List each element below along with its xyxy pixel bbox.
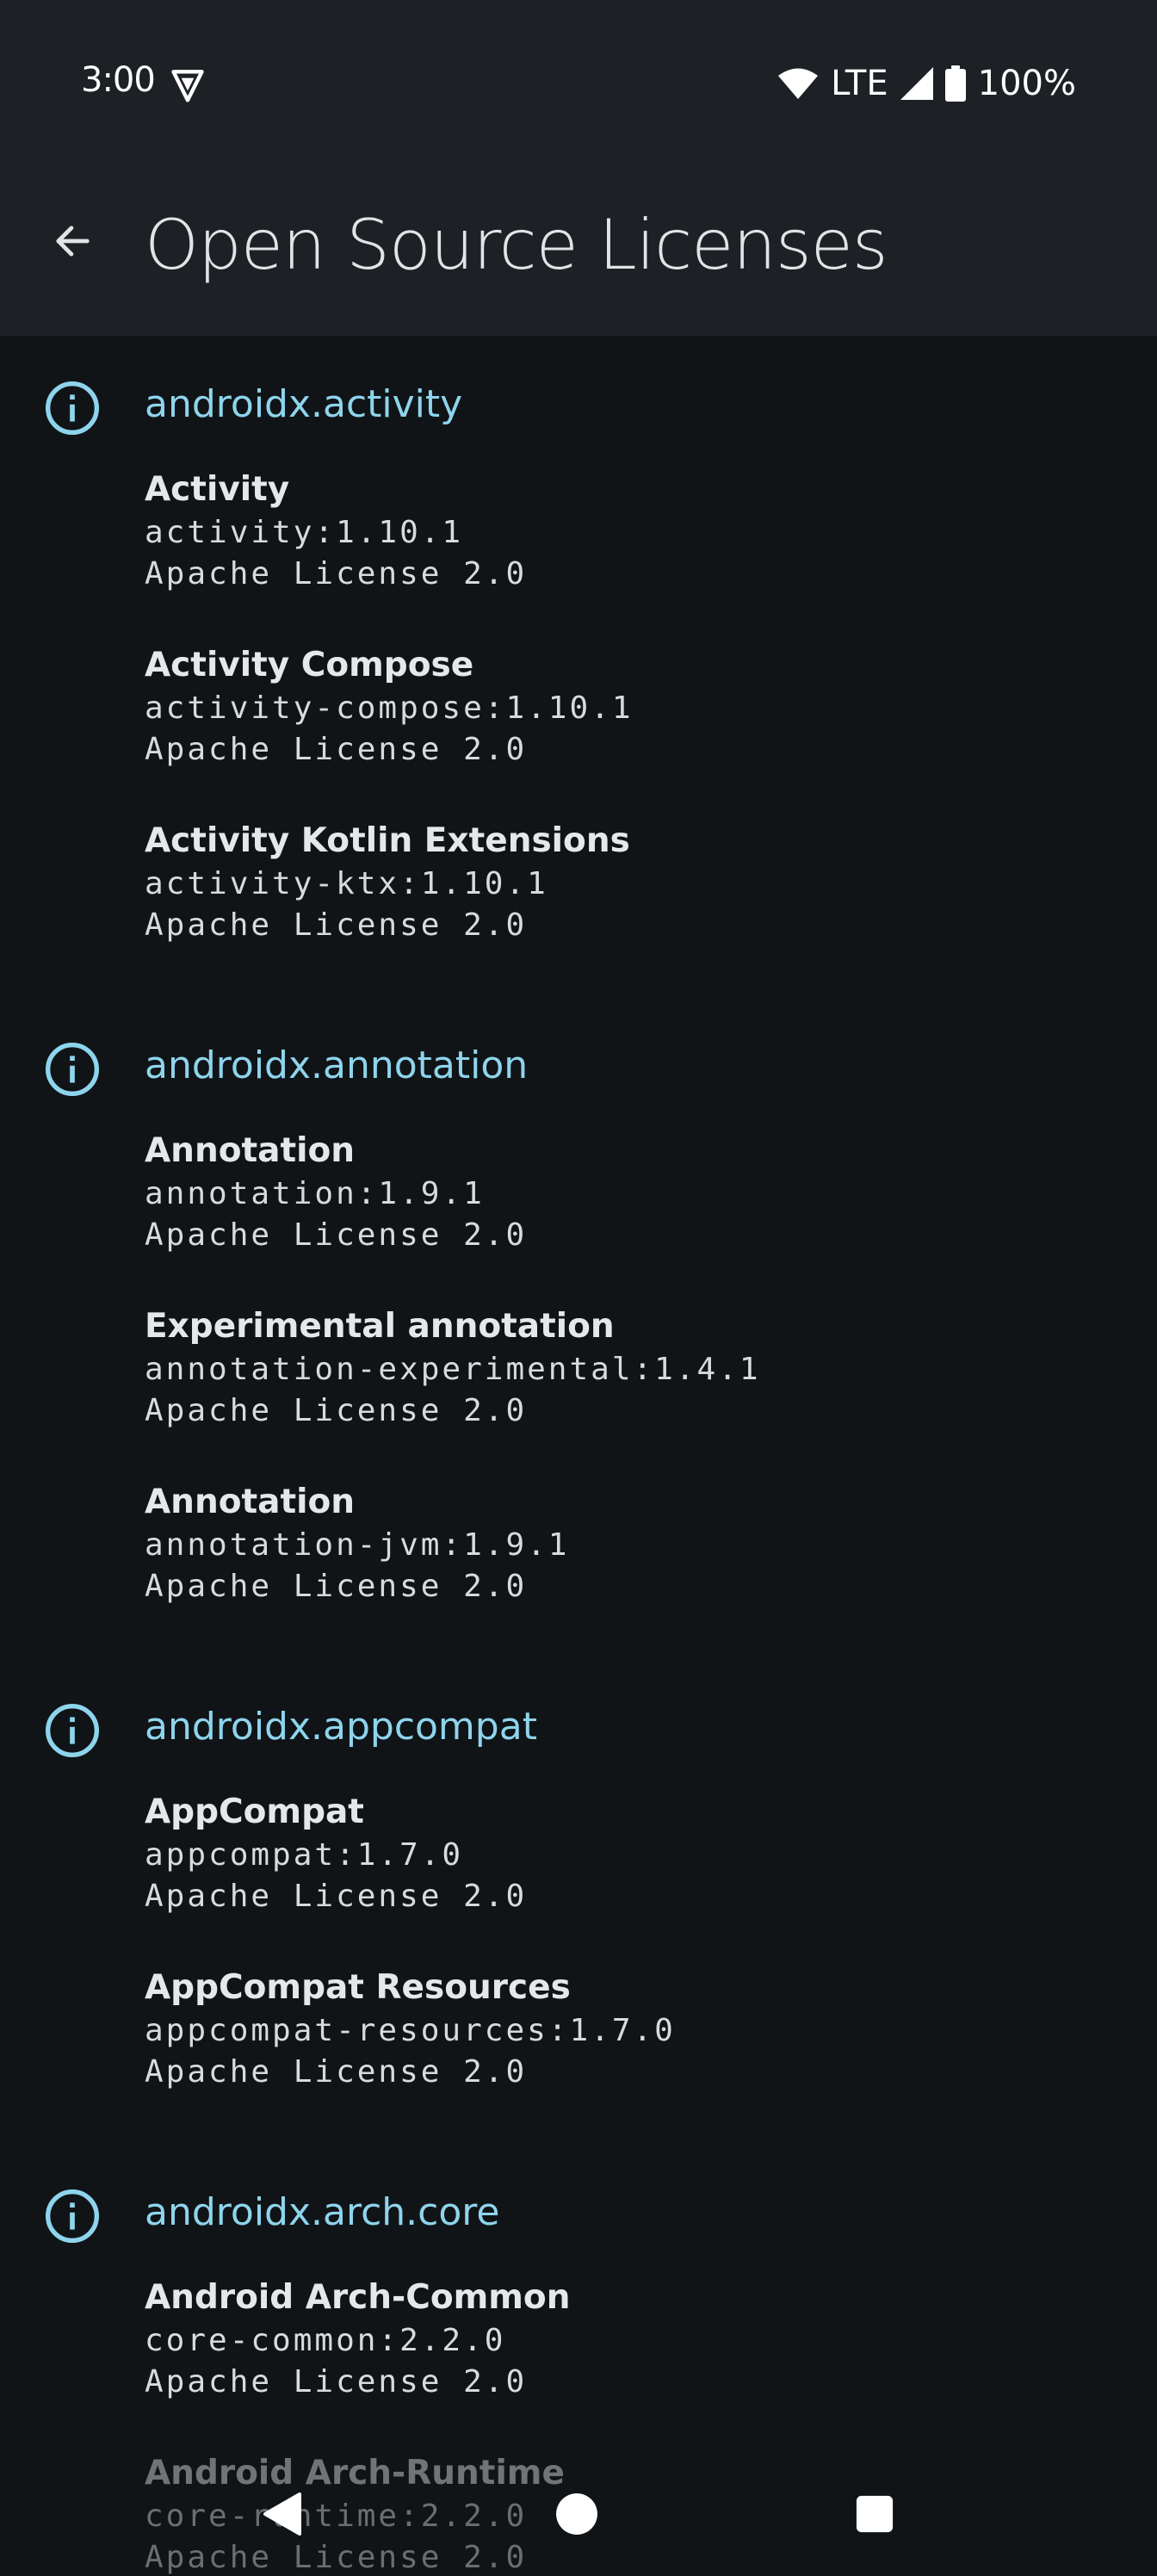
nav-recents-button[interactable]: [840, 2481, 909, 2550]
group-header: androidx.activity: [0, 336, 1157, 470]
library-name: Android Arch-Common: [145, 2278, 571, 2317]
vpn-shield-icon: [169, 65, 207, 103]
group-name: androidx.activity: [145, 382, 463, 426]
library-item[interactable]: Activity Kotlin Extensions activity-ktx:1…: [0, 821, 1157, 997]
library-artifact: annotation-jvm:1.9.1: [145, 1527, 570, 1563]
library-item[interactable]: Experimental annotation annotation-experi…: [0, 1307, 1157, 1483]
status-indicators: LTE 100%: [777, 60, 1076, 107]
arrow-back-icon: [50, 219, 95, 267]
library-license: Apache License 2.0: [145, 556, 528, 591]
square-recents-icon: [855, 2494, 894, 2537]
library-item[interactable]: Annotation annotation:1.9.1 Apache License…: [0, 1131, 1157, 1307]
group-header: androidx.appcompat: [0, 1658, 1157, 1793]
library-item[interactable]: AppCompat Resources appcompat-resources:1…: [0, 1968, 1157, 2144]
license-group: androidx.appcompat AppCompat appcompat:1.7…: [0, 1658, 1157, 2144]
battery-percent: 100%: [977, 64, 1076, 103]
navigation-bar: [0, 2455, 1157, 2576]
license-group: androidx.annotation Annotation annotation:…: [0, 997, 1157, 1658]
library-name: Experimental annotation: [145, 1307, 615, 1346]
library-license: Apache License 2.0: [145, 1879, 528, 1914]
library-artifact: core-common:2.2.0: [145, 2323, 506, 2358]
battery-icon: [944, 65, 966, 102]
triangle-back-icon: [262, 2491, 303, 2541]
app-bar: Open Source Licenses: [0, 172, 1157, 336]
library-license: Apache License 2.0: [145, 2054, 528, 2090]
license-list[interactable]: androidx.activity Activity activity:1.10.1…: [0, 336, 1157, 2576]
library-license: Apache License 2.0: [145, 1393, 528, 1428]
library-license: Apache License 2.0: [145, 907, 528, 943]
library-name: Activity: [145, 470, 290, 509]
info-icon: [43, 379, 102, 437]
library-item[interactable]: Android Arch-Common core-common:2.2.0 Apac…: [0, 2278, 1157, 2454]
group-name: androidx.appcompat: [145, 1705, 537, 1749]
circle-home-icon: [555, 2492, 598, 2539]
library-artifact: activity-ktx:1.10.1: [145, 866, 548, 901]
library-name: AppCompat Resources: [145, 1968, 571, 2007]
library-artifact: activity-compose:1.10.1: [145, 690, 634, 726]
network-type: LTE: [831, 64, 888, 103]
library-item[interactable]: Activity activity:1.10.1 Apache License 2.…: [0, 470, 1157, 646]
license-group: androidx.activity Activity activity:1.10.1…: [0, 336, 1157, 997]
library-name: Activity Compose: [145, 646, 474, 684]
group-name: androidx.arch.core: [145, 2190, 500, 2234]
library-artifact: appcompat-resources:1.7.0: [145, 2013, 676, 2048]
library-name: Annotation: [145, 1483, 356, 1521]
nav-back-button[interactable]: [248, 2481, 317, 2550]
library-license: Apache License 2.0: [145, 1569, 528, 1604]
library-item[interactable]: Activity Compose activity-compose:1.10.1 A…: [0, 646, 1157, 821]
wifi-icon: [777, 66, 819, 101]
library-artifact: annotation-experimental:1.4.1: [145, 1352, 761, 1387]
library-artifact: appcompat:1.7.0: [145, 1837, 464, 1873]
cell-signal-icon: [900, 67, 933, 100]
library-license: Apache License 2.0: [145, 2364, 528, 2400]
library-name: AppCompat: [145, 1793, 364, 1831]
group-name: androidx.annotation: [145, 1043, 529, 1087]
info-icon: [43, 1701, 102, 1760]
library-name: Activity Kotlin Extensions: [145, 821, 630, 860]
library-item[interactable]: Annotation annotation-jvm:1.9.1 Apache Lic…: [0, 1483, 1157, 1658]
info-icon: [43, 1040, 102, 1099]
back-button[interactable]: [34, 205, 110, 281]
group-header: androidx.annotation: [0, 997, 1157, 1131]
library-license: Apache License 2.0: [145, 1217, 528, 1253]
library-artifact: activity:1.10.1: [145, 515, 464, 550]
library-license: Apache License 2.0: [145, 732, 528, 767]
library-item[interactable]: AppCompat appcompat:1.7.0 Apache License 2…: [0, 1793, 1157, 1968]
status-time: 3:00: [81, 60, 156, 100]
nav-home-button[interactable]: [542, 2481, 611, 2550]
library-name: Annotation: [145, 1131, 356, 1170]
status-bar: 3:00 LTE 100%: [0, 0, 1157, 172]
group-header: androidx.arch.core: [0, 2144, 1157, 2278]
page-title: Open Source Licenses: [145, 205, 888, 285]
library-artifact: annotation:1.9.1: [145, 1176, 485, 1211]
info-icon: [43, 2187, 102, 2245]
